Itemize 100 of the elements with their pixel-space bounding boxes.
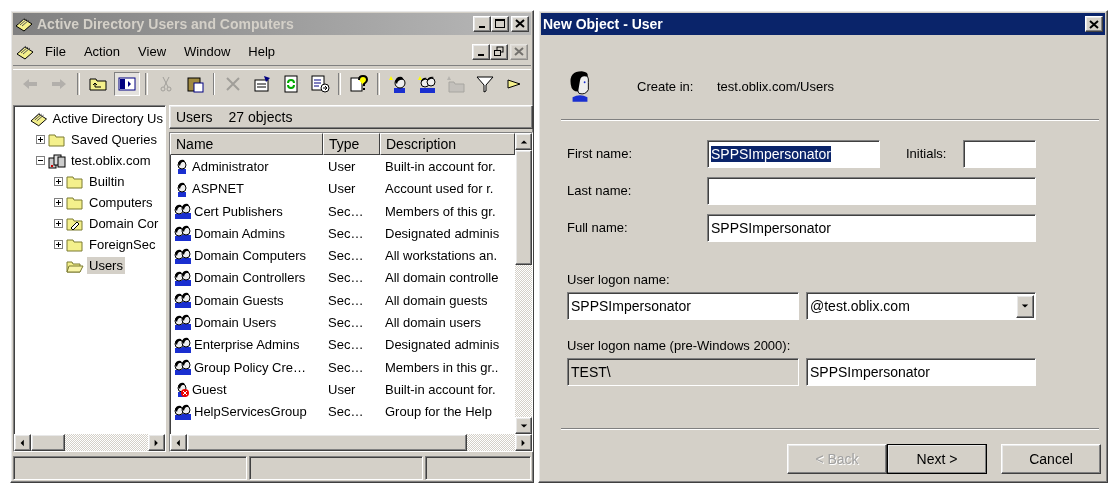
type-cell-text: Sec… [327, 337, 365, 353]
column-header[interactable]: Description [380, 133, 515, 156]
name-cell[interactable]: ASPNET [170, 180, 323, 197]
tree-item[interactable]: Computers [87, 194, 155, 212]
initials-label: Initials: [906, 146, 948, 161]
initials-field[interactable] [963, 139, 1036, 168]
name-cell[interactable]: HelpServicesGroup [170, 403, 323, 420]
window-title: Active Directory Users and Computers [37, 15, 295, 32]
new-user-icon [388, 74, 408, 95]
description-cell-text: Designated adminis [384, 337, 501, 353]
directory-book-icon [30, 110, 48, 127]
type-cell-text: Sec… [327, 404, 365, 420]
last-name-field[interactable] [707, 176, 1036, 205]
collapse-toggle[interactable] [36, 156, 45, 166]
plus-icon [55, 241, 62, 249]
folder-icon [66, 236, 84, 253]
tree-button[interactable] [113, 72, 140, 97]
description-cell-text: Account used for r. [384, 181, 495, 197]
tree-item[interactable]: ForeignSec [87, 236, 158, 254]
close-icon [513, 46, 525, 58]
maximize-icon [494, 18, 506, 30]
type-cell-text: Sec… [327, 359, 365, 375]
type-cell-text: User [327, 181, 357, 197]
group-icon [174, 247, 192, 264]
description-cell-text: All domain controlle [384, 270, 500, 286]
column-header[interactable]: Type [323, 133, 380, 156]
domain-dropdown[interactable]: @test.oblix.com [806, 292, 1036, 320]
tree-item[interactable]: Active Directory Us [50, 110, 165, 128]
type-cell-text: Sec… [327, 203, 365, 219]
type-cell-text: Sec… [327, 270, 365, 286]
expand-toggle[interactable] [36, 135, 45, 145]
group-icon [174, 336, 192, 353]
expand-toggle[interactable] [54, 240, 63, 250]
group-icon [174, 225, 192, 242]
expand-toggle[interactable] [54, 219, 63, 229]
name-cell[interactable]: Domain Controllers [170, 269, 323, 286]
menu-item[interactable]: Window [177, 42, 238, 62]
group-icon [174, 314, 192, 331]
menu-item[interactable]: Action [76, 42, 128, 62]
name-cell[interactable]: Domain Computers [170, 247, 323, 264]
pre-windows-logon-label: User logon name (pre-Windows 2000): [567, 338, 792, 355]
dialog-button[interactable]: Cancel [1001, 444, 1101, 474]
left-arrow-icon [174, 438, 183, 447]
tree-item[interactable]: Domain Cor [87, 215, 161, 233]
name-cell[interactable]: Group Policy Cre… [170, 359, 323, 376]
type-cell-text: User [327, 381, 357, 397]
folder-icon [66, 173, 84, 190]
tree-item[interactable]: test.oblix.com [69, 152, 153, 170]
name-cell[interactable]: Domain Users [170, 314, 323, 331]
restore-button[interactable] [490, 43, 508, 60]
type-cell-text: Sec… [327, 315, 365, 330]
vertical-scrollbar[interactable] [515, 133, 532, 434]
properties-icon [252, 74, 273, 95]
description-cell-text: Designated adminis [384, 225, 501, 241]
folder-icon [66, 194, 84, 211]
group-icon [174, 359, 192, 376]
last-name-label: Last name: [567, 183, 633, 198]
expand-toggle[interactable] [54, 198, 63, 208]
description-cell-text: Members in this gr.. [384, 359, 500, 375]
logon-name-field[interactable]: SPPSImpersonator [567, 292, 799, 320]
name-cell[interactable]: Domain Guests [170, 292, 323, 309]
plus-icon [55, 178, 62, 186]
tree-item[interactable]: Builtin [87, 173, 127, 191]
menu-item[interactable]: File [38, 42, 73, 62]
full-name-field[interactable]: SPPSImpersonator [707, 213, 1036, 242]
horizontal-scrollbar[interactable] [170, 434, 532, 451]
minimize-icon [478, 54, 484, 57]
restore-icon [493, 46, 505, 58]
pre-windows-logon-field[interactable]: SPPSImpersonator [806, 358, 1036, 386]
close-button[interactable] [1085, 16, 1103, 32]
disabled-user-icon [174, 381, 190, 398]
type-cell-text: User [327, 158, 357, 174]
tree-item[interactable]: Saved Queries [69, 131, 159, 149]
name-cell[interactable]: Cert Publishers [170, 203, 323, 219]
down-arrow-icon [1021, 302, 1029, 310]
first-name-field[interactable]: SPPSImpersonator [707, 139, 880, 168]
close-icon [1088, 18, 1100, 30]
directory-book-icon [15, 15, 33, 32]
expand-toggle[interactable] [54, 177, 63, 187]
name-cell[interactable]: Enterprise Admins [170, 336, 323, 353]
help-icon [349, 74, 370, 95]
minimize-button[interactable] [472, 43, 490, 60]
name-cell[interactable]: Domain Admins [170, 225, 323, 242]
dialog-title: New Object - User [543, 16, 664, 32]
new-group-icon [417, 74, 437, 95]
user-icon [174, 180, 190, 197]
group-icon [174, 269, 192, 286]
column-header[interactable]: Name [170, 133, 323, 156]
group-icon [174, 292, 192, 309]
horizontal-scrollbar[interactable] [14, 434, 165, 451]
description-cell-text: Members of this gr. [384, 203, 497, 219]
menu-item[interactable]: View [131, 42, 174, 62]
name-cell[interactable]: Administrator [170, 158, 323, 175]
name-cell[interactable]: Guest [170, 381, 323, 398]
paste-icon [184, 74, 205, 95]
dialog-button[interactable]: Next > [887, 444, 987, 474]
menu-item[interactable]: Help [241, 42, 283, 62]
type-cell-text: Sec… [327, 225, 365, 241]
tree-item[interactable]: Users [87, 257, 125, 275]
description-cell-text: Built-in account for. [384, 381, 497, 397]
